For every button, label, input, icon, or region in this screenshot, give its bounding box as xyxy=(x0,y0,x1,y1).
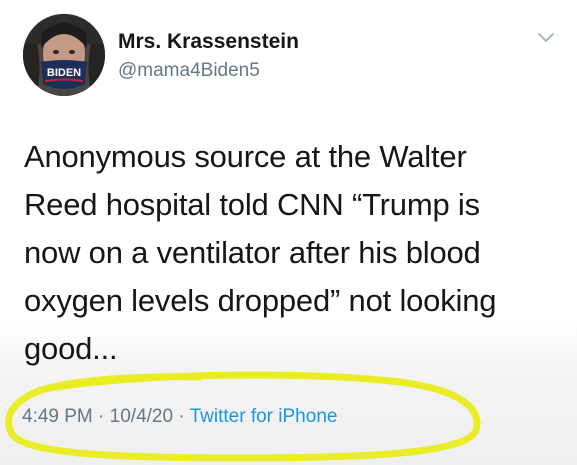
tweet-meta: 4:49 PM · 10/4/20 · Twitter for iPhone xyxy=(22,406,337,428)
tweet-text-line: oxygen levels dropped” not looking xyxy=(24,283,497,318)
tweet-text-line: good... xyxy=(24,331,118,366)
tweet-text-line: Anonymous source at the Walter xyxy=(24,139,467,174)
user-handle[interactable]: @mama4Biden5 xyxy=(118,60,260,82)
tweet-card: BIDEN Mrs. Krassenstein @mama4Biden5 Ano… xyxy=(0,0,577,465)
tweet-text-line: now on a ventilator after his blood xyxy=(24,235,481,270)
tweet-time[interactable]: 4:49 PM xyxy=(22,406,93,427)
meta-separator: · xyxy=(98,406,105,427)
avatar-image: BIDEN xyxy=(23,14,105,96)
meta-separator: · xyxy=(178,406,185,427)
tweet-date[interactable]: 10/4/20 xyxy=(110,406,173,427)
tweet-text: Anonymous source at the Walter Reed hosp… xyxy=(24,133,564,373)
tweet-source-link[interactable]: Twitter for iPhone xyxy=(190,406,338,427)
avatar-mask-text: BIDEN xyxy=(47,67,81,79)
avatar[interactable]: BIDEN xyxy=(23,14,105,96)
chevron-down-icon[interactable] xyxy=(536,30,556,46)
display-name[interactable]: Mrs. Krassenstein xyxy=(118,30,299,54)
tweet-text-line: Reed hospital told CNN “Trump is xyxy=(24,187,480,222)
